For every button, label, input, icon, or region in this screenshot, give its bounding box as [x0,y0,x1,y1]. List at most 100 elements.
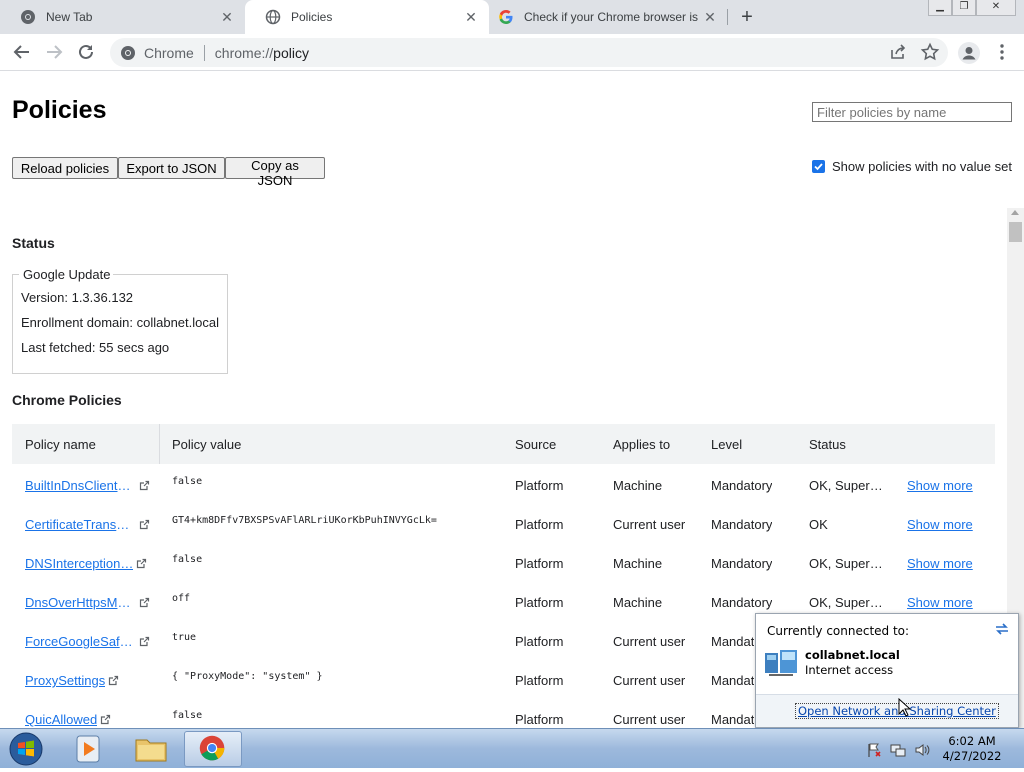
policy-source: Platform [515,673,564,688]
external-link-icon [139,597,150,608]
policy-value: false [172,476,203,487]
globe-icon [265,9,281,25]
show-unset-checkbox[interactable] [812,160,825,173]
table-row: DNSInterception… false Platform Machine … [12,543,995,582]
column-header: Policy value [172,437,242,452]
policy-value: GT4+km8DFfv7BXSPSvAFlARLriUKorKbPuhINVYG… [172,515,437,526]
show-more-link[interactable]: Show more [907,478,973,493]
taskbar-clock[interactable]: 6:02 AM 4/27/2022 [934,734,1010,764]
chrome-page-icon [121,45,135,60]
policy-name-link[interactable]: ProxySettings [25,673,150,688]
table-row: CertificateTransp… GT4+km8DFfv7BXSPSvAFl… [12,504,995,543]
policy-source: Platform [515,595,564,610]
show-more-link[interactable]: Show more [907,517,973,532]
policy-value: true [172,632,197,643]
start-button-icon[interactable] [7,731,45,767]
policy-value: false [172,710,203,721]
tab-check-chrome[interactable]: Check if your Chrome browser is ✕ [478,0,728,34]
network-access-status: Internet access [805,663,894,677]
policy-source: Platform [515,556,564,571]
more-menu-icon[interactable] [992,42,1012,62]
tab-title: New Tab [46,10,93,24]
minimize-button[interactable]: ▁ [928,0,952,16]
column-header: Applies to [613,437,671,452]
policy-status: OK, Supers… [809,556,889,571]
chrome-icon [21,10,35,24]
policy-name-link[interactable]: BuiltInDnsClientE… [25,478,150,493]
policy-applies-to: Current user [613,634,686,649]
popup-header: Currently connected to: [767,624,910,638]
bookmark-star-icon[interactable] [920,42,940,62]
back-arrow-icon[interactable] [12,42,32,62]
show-unset-toggle[interactable]: Show policies with no value set [812,159,1012,174]
scheme-label: Chrome [144,44,194,61]
url-path: policy [273,44,309,61]
status-heading: Status [12,235,55,251]
export-json-button[interactable]: Export to JSON [118,157,225,179]
media-player-icon [76,735,100,763]
scrollbar-thumb[interactable] [1009,222,1022,242]
close-window-button[interactable]: ✕ [976,0,1016,16]
show-more-link[interactable]: Show more [907,556,973,571]
network-tray-icon[interactable] [890,742,906,758]
page-title: Policies [12,96,107,124]
google-g-icon [499,10,513,24]
policy-name-link[interactable]: DNSInterception… [25,556,150,571]
policy-name-link[interactable]: CertificateTransp… [25,517,150,532]
show-more-link[interactable]: Show more [907,595,973,610]
column-separator [159,424,160,464]
policy-level: Mandat [711,712,755,727]
network-name: collabnet.local [805,648,900,662]
policy-level: Mandatory [711,556,773,571]
reload-policies-button[interactable]: Reload policies [12,157,118,179]
url-host: chrome:// [214,44,274,61]
tab-close-icon[interactable]: ✕ [702,9,718,25]
column-header: Policy name [25,437,96,452]
chrome-policies-heading: Chrome Policies [12,392,122,408]
status-enrollment-domain: Enrollment domain: collabnet.local [21,315,219,330]
person-icon [962,47,976,60]
policy-level: Mandat [711,634,755,649]
external-link-icon [139,519,150,530]
profile-avatar[interactable] [958,42,980,64]
address-bar[interactable]: Chrome chrome:// policy [110,38,948,67]
taskbar-media-player[interactable] [60,731,118,767]
policy-level: Mandatory [711,595,773,610]
share-icon[interactable] [888,42,908,62]
taskbar-file-explorer[interactable] [122,731,180,767]
status-version: Version: 1.3.36.132 [21,290,134,305]
window-controls: ▁ ❐ ✕ [928,0,1016,18]
tab-close-icon[interactable]: ✕ [219,9,235,25]
new-tab-button[interactable]: + [737,7,757,27]
taskbar-chrome[interactable] [184,731,242,767]
policy-source: Platform [515,478,564,493]
policy-name-link[interactable]: DnsOverHttpsMo… [25,595,150,610]
table-row: BuiltInDnsClientE… false Platform Machin… [12,465,995,504]
network-computers-icon [765,650,797,676]
tab-policies[interactable]: Policies ✕ [245,0,489,34]
external-link-icon [137,558,147,569]
volume-icon[interactable] [914,742,930,758]
network-status-popup: Currently connected to: collabnet.local … [755,613,1019,728]
action-center-flag-icon[interactable] [866,742,882,758]
mouse-pointer-icon [898,698,912,717]
forward-arrow-icon[interactable] [44,42,64,62]
tab-new-tab[interactable]: New Tab ✕ [0,0,245,34]
copy-json-button[interactable]: Copy as JSON [225,157,325,188]
reload-icon[interactable] [76,42,96,62]
column-header: Status [809,437,846,452]
scroll-up-arrow-icon[interactable] [1011,210,1019,215]
refresh-network-icon[interactable] [994,621,1010,637]
restore-button[interactable]: ❐ [952,0,976,16]
policy-applies-to: Machine [613,556,663,571]
status-legend: Google Update [21,267,113,282]
policy-name-link[interactable]: ForceGoogleSafe… [25,634,150,649]
filter-policies-input[interactable] [812,102,1012,122]
policy-level: Mandat [711,673,755,688]
column-header: Source [515,437,557,452]
policy-applies-to: Machine [613,595,663,610]
open-network-sharing-center-link[interactable]: Open Network and Sharing Center [795,703,999,719]
policy-name-link[interactable]: QuicAllowed [25,712,150,727]
tab-close-icon[interactable]: ✕ [463,9,479,25]
status-last-fetched: Last fetched: 55 secs ago [21,340,170,355]
